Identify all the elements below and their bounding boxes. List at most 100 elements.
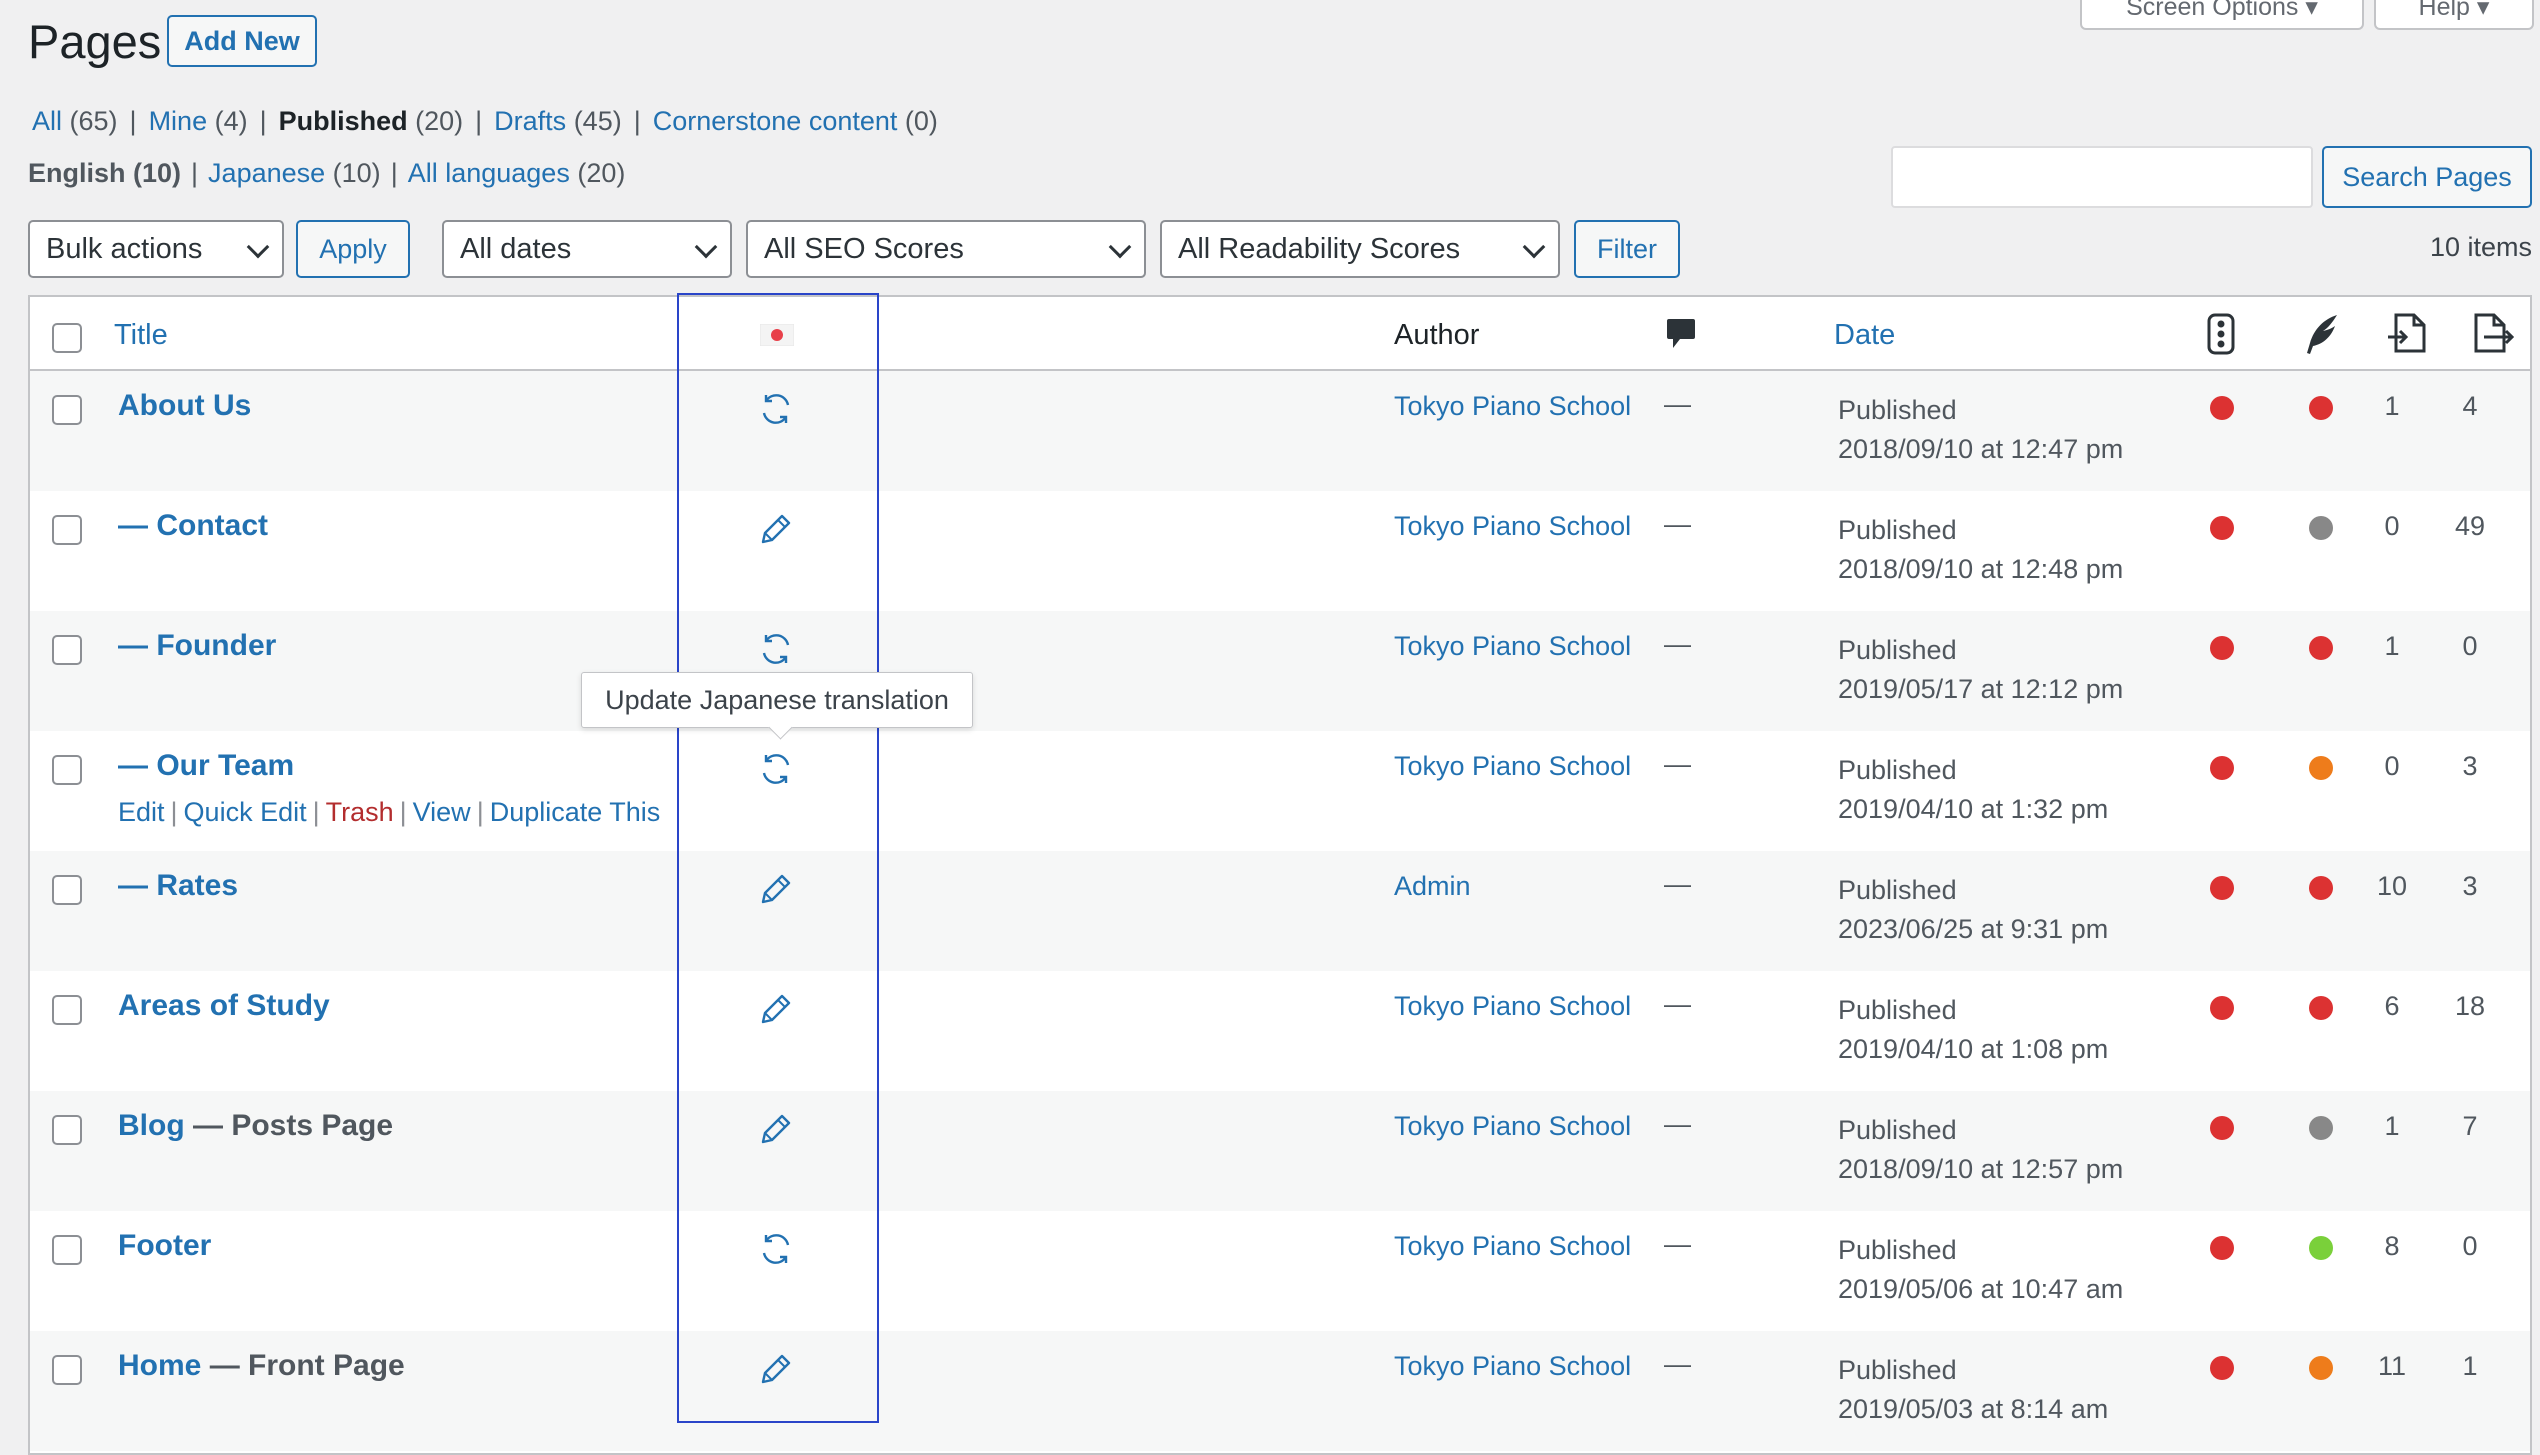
page-title-text[interactable]: Home (118, 1349, 201, 1382)
page-title-link[interactable]: Footer (118, 1229, 211, 1263)
page-title-text[interactable]: Blog (118, 1109, 185, 1142)
language-all-languages[interactable]: All languages (408, 158, 570, 188)
author-link[interactable]: Tokyo Piano School (1394, 1111, 1631, 1142)
readability-scores-select[interactable]: All Readability Scores (1160, 220, 1560, 278)
view-all[interactable]: All (32, 106, 62, 136)
dates-select[interactable]: All dates (442, 220, 732, 278)
duplicate-link[interactable]: Duplicate This (490, 797, 661, 827)
apply-button[interactable]: Apply (296, 220, 410, 278)
page-title-link[interactable]: — Rates (118, 869, 238, 903)
column-date[interactable]: Date (1834, 319, 1895, 352)
trash-link[interactable]: Trash (326, 797, 394, 827)
screen-options-button[interactable]: Screen Options ▾ (2080, 0, 2364, 30)
view-link[interactable]: View (413, 797, 471, 827)
sync-icon[interactable] (758, 631, 794, 667)
page-title-link[interactable]: — Contact (118, 509, 268, 543)
separator: | (476, 797, 484, 827)
readability-score-dot (2309, 396, 2333, 420)
comments-count: — (1664, 1349, 1691, 1379)
page-title-text[interactable]: — Rates (118, 869, 238, 902)
view-mine[interactable]: Mine (149, 106, 208, 136)
page-title-text[interactable]: Footer (118, 1229, 211, 1262)
pencil-icon[interactable] (758, 1351, 794, 1387)
table-row: Home — Front Page Tokyo Piano School — Publ… (30, 1331, 2530, 1451)
sync-icon[interactable] (758, 1231, 794, 1267)
outgoing-links-count: 8 (2384, 1231, 2400, 1261)
author-link[interactable]: Tokyo Piano School (1394, 511, 1631, 542)
readability-quill-icon[interactable] (2304, 313, 2340, 363)
seo-score-dot (2210, 1116, 2234, 1140)
pencil-icon[interactable] (758, 871, 794, 907)
incoming-links-count: 7 (2462, 1111, 2478, 1141)
post-date: 2019/05/17 at 12:12 pm (1838, 674, 2124, 704)
add-new-button[interactable]: Add New (167, 15, 317, 67)
separator: | (390, 158, 398, 188)
sync-icon[interactable] (758, 391, 794, 427)
author-link[interactable]: Tokyo Piano School (1394, 1231, 1631, 1262)
view-drafts[interactable]: Drafts (494, 106, 566, 136)
separator: | (170, 797, 178, 827)
row-checkbox[interactable] (52, 395, 82, 425)
post-status: Published (1838, 515, 1957, 545)
pencil-icon[interactable] (758, 511, 794, 547)
page-title-link[interactable]: Areas of Study (118, 989, 330, 1023)
search-input[interactable] (1891, 146, 2313, 208)
post-date: 2019/05/03 at 8:14 am (1838, 1394, 2109, 1424)
incoming-links-count: 3 (2462, 871, 2478, 901)
comments-count: — (1664, 389, 1691, 419)
row-checkbox[interactable] (52, 995, 82, 1025)
page-title-text[interactable]: Areas of Study (118, 989, 330, 1022)
page-title-text[interactable]: — Contact (118, 509, 268, 542)
row-checkbox[interactable] (52, 755, 82, 785)
incoming-links-icon[interactable] (2470, 311, 2515, 363)
outgoing-links-count: 0 (2384, 751, 2400, 781)
column-title[interactable]: Title (114, 319, 168, 352)
author-link[interactable]: Tokyo Piano School (1394, 991, 1631, 1022)
language-english[interactable]: English (10) (28, 158, 181, 188)
author-link[interactable]: Tokyo Piano School (1394, 751, 1631, 782)
page-title-link[interactable]: — Our Team (118, 749, 294, 783)
page-title-link[interactable]: Home — Front Page (118, 1349, 405, 1383)
date-cell: Published 2018/09/10 at 12:57 pm (1838, 1111, 2123, 1189)
author-link[interactable]: Tokyo Piano School (1394, 631, 1631, 662)
readability-score-dot (2309, 756, 2333, 780)
page-title-link[interactable]: Blog — Posts Page (118, 1109, 393, 1143)
row-checkbox[interactable] (52, 1355, 82, 1385)
sync-icon[interactable] (758, 751, 794, 787)
seo-score-dot (2210, 516, 2234, 540)
post-date: 2019/04/10 at 1:32 pm (1838, 794, 2109, 824)
page-title-text[interactable]: About Us (118, 389, 251, 422)
language-japanese[interactable]: Japanese (208, 158, 325, 188)
view-cornerstone-content[interactable]: Cornerstone content (653, 106, 898, 136)
author-link[interactable]: Tokyo Piano School (1394, 391, 1631, 422)
row-checkbox[interactable] (52, 515, 82, 545)
row-checkbox[interactable] (52, 635, 82, 665)
translation-tooltip: Update Japanese translation (581, 672, 973, 728)
select-all-checkbox[interactable] (52, 323, 82, 353)
comments-count: — (1664, 1229, 1691, 1259)
seo-score-icon[interactable] (2206, 313, 2236, 363)
bulk-actions-select[interactable]: Bulk actions (28, 220, 284, 278)
table-row: — Contact Tokyo Piano School — Published 201… (30, 491, 2530, 611)
help-button[interactable]: Help ▾ (2374, 0, 2534, 30)
chevron-down-icon (1108, 235, 1132, 259)
row-checkbox[interactable] (52, 875, 82, 905)
view-published[interactable]: Published (279, 106, 408, 136)
pencil-icon[interactable] (758, 991, 794, 1027)
page-title-link[interactable]: — Founder (118, 629, 276, 663)
outgoing-links-icon[interactable] (2386, 311, 2430, 363)
row-checkbox[interactable] (52, 1235, 82, 1265)
page-title-text[interactable]: — Our Team (118, 749, 294, 782)
edit-link[interactable]: Edit (118, 797, 165, 827)
search-pages-button[interactable]: Search Pages (2322, 146, 2532, 208)
page-title-text[interactable]: — Founder (118, 629, 276, 662)
quick-edit-link[interactable]: Quick Edit (184, 797, 307, 827)
row-checkbox[interactable] (52, 1115, 82, 1145)
comments-icon[interactable] (1666, 317, 1696, 359)
author-link[interactable]: Tokyo Piano School (1394, 1351, 1631, 1382)
author-link[interactable]: Admin (1394, 871, 1471, 902)
filter-button[interactable]: Filter (1574, 220, 1680, 278)
page-title-link[interactable]: About Us (118, 389, 251, 423)
seo-scores-select[interactable]: All SEO Scores (746, 220, 1146, 278)
pencil-icon[interactable] (758, 1111, 794, 1147)
